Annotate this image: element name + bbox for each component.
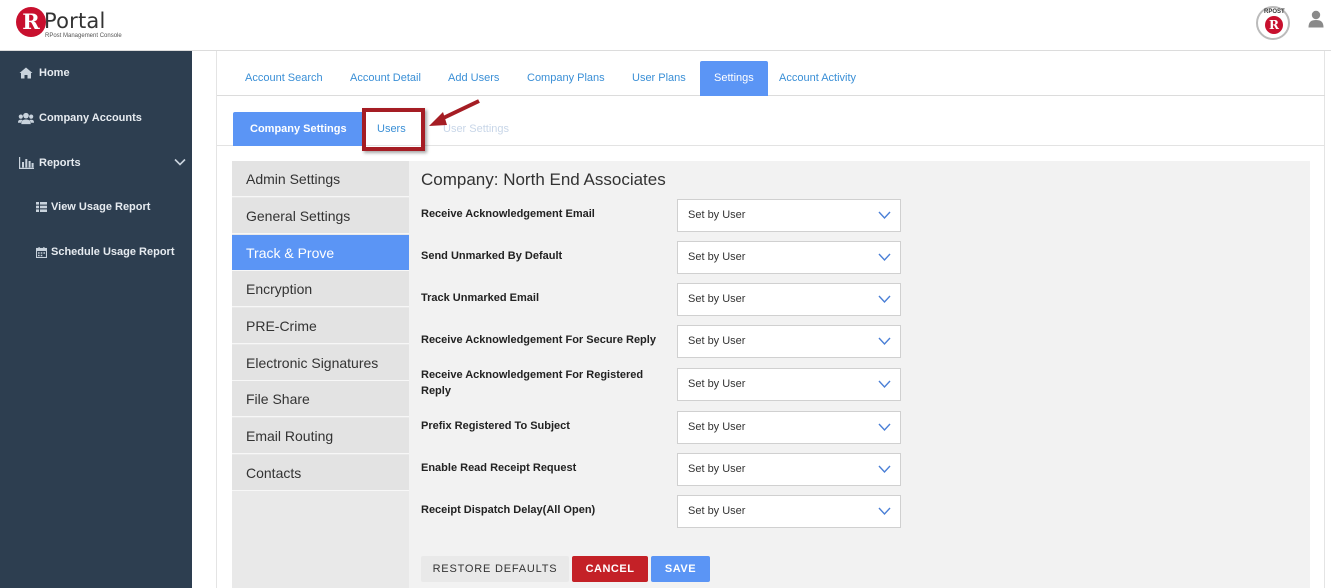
top-header: R Portal RPost Management Console RPOST … xyxy=(0,0,1331,51)
setting-label: Receive Acknowledgement For Secure Reply xyxy=(421,334,656,346)
setting-select[interactable]: Set by User xyxy=(677,453,901,486)
chevron-down-icon xyxy=(878,380,891,389)
sidebar-item-view-usage-report[interactable]: View Usage Report xyxy=(0,187,192,227)
tab-add-users[interactable]: Add Users xyxy=(434,61,513,96)
main-content: Account Search Account Detail Add Users … xyxy=(216,51,1325,588)
select-value: Set by User xyxy=(688,293,746,305)
sidebar-item-reports[interactable]: Reports xyxy=(0,143,192,183)
list-icon xyxy=(35,200,47,214)
select-value: Set by User xyxy=(688,335,746,347)
menu-file-share[interactable]: File Share xyxy=(232,381,409,417)
setting-select[interactable]: Set by User xyxy=(677,199,901,232)
menu-electronic-signatures[interactable]: Electronic Signatures xyxy=(232,345,409,381)
select-value: Set by User xyxy=(688,505,746,517)
sidebar: Home Company Accounts Reports View Usage… xyxy=(0,51,192,588)
select-value: Set by User xyxy=(688,378,746,390)
select-value: Set by User xyxy=(688,463,746,475)
logo-r-mark: R xyxy=(16,7,46,37)
rpost-badge-icon: RPOST R xyxy=(1256,6,1290,40)
select-value: Set by User xyxy=(688,421,746,433)
sidebar-item-schedule-usage-report[interactable]: Schedule Usage Report xyxy=(0,232,192,272)
subtab-company-settings[interactable]: Company Settings xyxy=(233,112,364,146)
badge-text: RPOST xyxy=(1264,9,1285,15)
sidebar-item-home[interactable]: Home xyxy=(0,53,192,93)
sidebar-item-label: Schedule Usage Report xyxy=(51,246,175,258)
menu-pre-crime[interactable]: PRE-Crime xyxy=(232,308,409,344)
logo-subtitle: RPost Management Console xyxy=(45,33,122,39)
setting-select[interactable]: Set by User xyxy=(677,241,901,274)
tab-account-search[interactable]: Account Search xyxy=(231,61,337,96)
menu-track-and-prove[interactable]: Track & Prove xyxy=(232,235,409,271)
menu-admin-settings[interactable]: Admin Settings xyxy=(232,161,409,197)
settings-panel: Admin Settings General Settings Track & … xyxy=(232,161,1310,588)
tab-account-detail[interactable]: Account Detail xyxy=(336,61,435,96)
select-value: Set by User xyxy=(688,251,746,263)
highlight-box xyxy=(362,108,425,151)
menu-email-routing[interactable]: Email Routing xyxy=(232,418,409,454)
calendar-icon xyxy=(35,245,47,259)
user-icon[interactable] xyxy=(1308,10,1324,28)
select-value: Set by User xyxy=(688,209,746,221)
sidebar-item-label: Home xyxy=(39,67,70,79)
tab-account-activity[interactable]: Account Activity xyxy=(765,61,870,96)
setting-select[interactable]: Set by User xyxy=(677,368,901,401)
chevron-down-icon xyxy=(878,337,891,346)
setting-label: Receipt Dispatch Delay(All Open) xyxy=(421,504,596,516)
sidebar-item-company-accounts[interactable]: Company Accounts xyxy=(0,98,192,138)
setting-select[interactable]: Set by User xyxy=(677,325,901,358)
chevron-down-icon xyxy=(878,253,891,262)
restore-defaults-button[interactable]: RESTORE DEFAULTS xyxy=(421,556,569,582)
sidebar-item-label: Company Accounts xyxy=(39,112,142,124)
setting-label: Send Unmarked By Default xyxy=(421,250,563,262)
bar-chart-icon xyxy=(18,156,34,170)
menu-encryption[interactable]: Encryption xyxy=(232,271,409,307)
setting-label: Enable Read Receipt Request xyxy=(421,462,577,474)
pointer-arrow-icon xyxy=(429,99,480,126)
menu-contacts[interactable]: Contacts xyxy=(232,455,409,491)
home-icon xyxy=(18,66,34,80)
chevron-down-icon xyxy=(878,507,891,516)
setting-label: Prefix Registered To Subject xyxy=(421,420,570,432)
account-tabs: Account Search Account Detail Add Users … xyxy=(217,61,1325,96)
users-icon xyxy=(18,111,34,125)
chevron-down-icon[interactable] xyxy=(174,156,186,168)
rportal-logo[interactable]: R Portal RPost Management Console xyxy=(16,7,146,43)
cancel-button[interactable]: CANCEL xyxy=(572,556,648,582)
setting-select[interactable]: Set by User xyxy=(677,283,901,316)
sidebar-item-label: Reports xyxy=(39,157,81,169)
setting-label: Receive Acknowledgement Email xyxy=(421,208,595,220)
menu-general-settings[interactable]: General Settings xyxy=(232,198,409,234)
setting-label: Track Unmarked Email xyxy=(421,292,540,304)
logo-text: Portal xyxy=(44,9,106,33)
setting-select[interactable]: Set by User xyxy=(677,411,901,444)
settings-content: Company: North End Associates Receive Ac… xyxy=(409,161,1310,588)
chevron-down-icon xyxy=(878,295,891,304)
tab-user-plans[interactable]: User Plans xyxy=(618,61,700,96)
sidebar-item-label: View Usage Report xyxy=(51,201,151,213)
tab-settings[interactable]: Settings xyxy=(700,61,768,96)
company-title: Company: North End Associates xyxy=(421,170,666,189)
setting-select[interactable]: Set by User xyxy=(677,495,901,528)
settings-menu: Admin Settings General Settings Track & … xyxy=(232,161,409,588)
setting-label: Receive Acknowledgement For Registered R… xyxy=(421,369,644,397)
tab-company-plans[interactable]: Company Plans xyxy=(513,61,619,96)
save-button[interactable]: SAVE xyxy=(651,556,710,582)
chevron-down-icon xyxy=(878,465,891,474)
badge-letter: R xyxy=(1265,16,1283,34)
chevron-down-icon xyxy=(878,423,891,432)
chevron-down-icon xyxy=(878,211,891,220)
